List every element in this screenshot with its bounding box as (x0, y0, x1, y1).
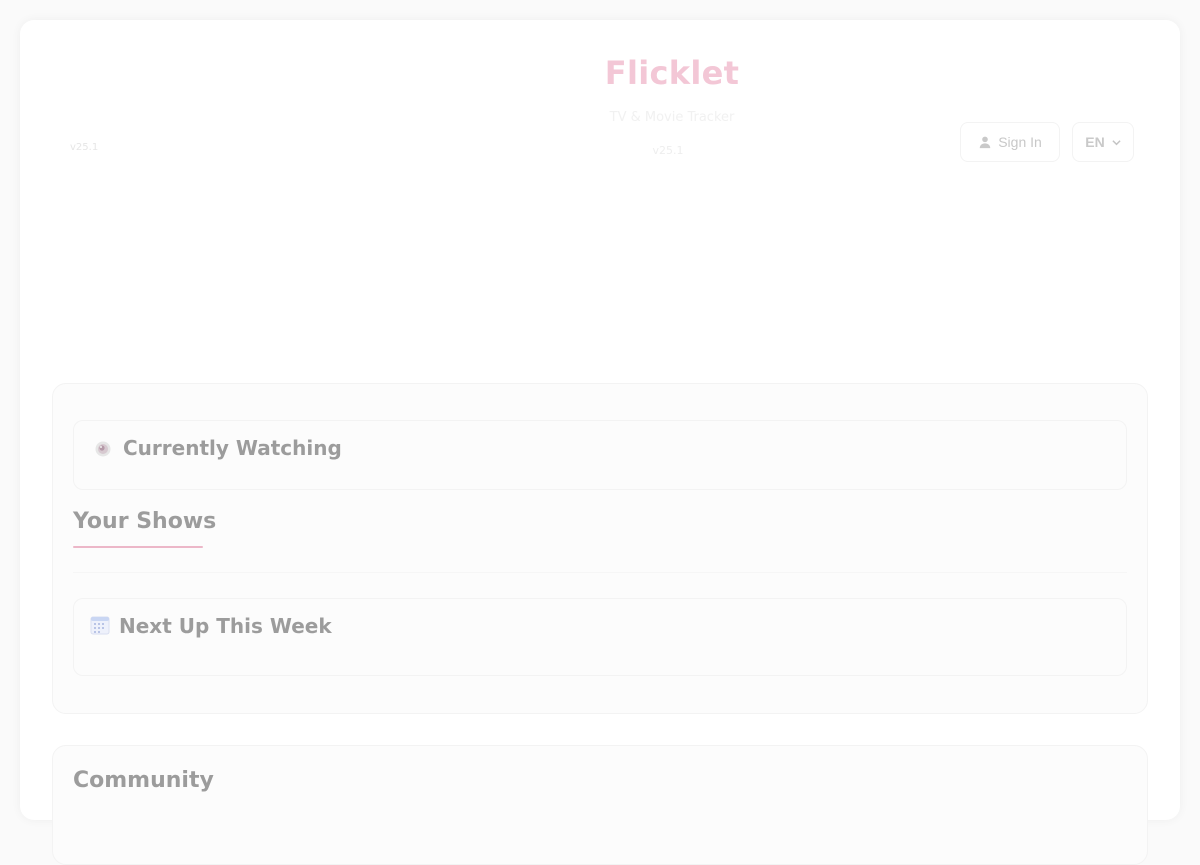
next-up-card[interactable]: Next Up This Week (73, 598, 1127, 676)
sign-in-label: Sign In (998, 134, 1042, 150)
next-up-title: Next Up This Week (119, 614, 332, 638)
user-icon (979, 136, 991, 149)
currently-watching-title: Currently Watching (123, 436, 342, 460)
home-panel: Currently Watching Your Shows Next Up Th… (52, 383, 1148, 714)
currently-watching-card[interactable]: Currently Watching (73, 420, 1127, 490)
eye-icon (95, 441, 111, 457)
community-panel: Community (52, 745, 1148, 865)
language-select[interactable]: EN (1072, 122, 1134, 162)
sign-in-button[interactable]: Sign In (960, 122, 1060, 162)
your-shows-underline (73, 546, 203, 548)
app-shell: Flicklet TV & Movie Tracker v25.1 v25.1 … (20, 20, 1180, 865)
community-heading: Community (73, 768, 214, 793)
version-label-left: v25.1 (70, 142, 99, 153)
calendar-icon (90, 616, 110, 635)
your-shows-heading: Your Shows (73, 509, 217, 534)
language-selected-value: EN (1085, 134, 1105, 150)
section-divider (73, 572, 1127, 573)
chevron-down-icon (1112, 139, 1121, 145)
app-title: Flicklet (604, 54, 740, 92)
